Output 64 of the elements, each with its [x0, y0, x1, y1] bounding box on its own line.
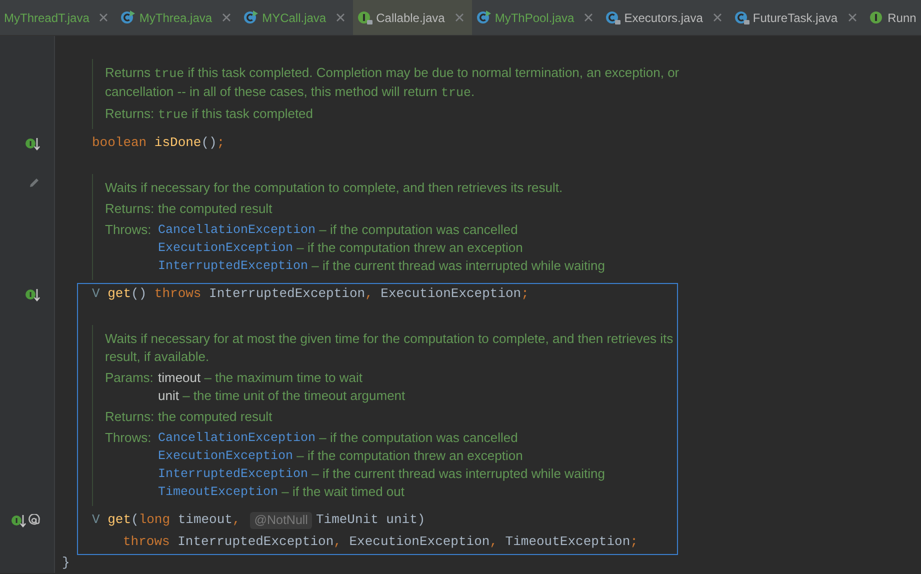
- doc-link[interactable]: CancellationException: [158, 429, 316, 447]
- inlay-hint: @NotNull: [250, 512, 312, 528]
- doc-link[interactable]: InterruptedException: [158, 465, 308, 483]
- close-icon: [848, 13, 857, 22]
- doc-section-label: Throws:: [105, 221, 152, 239]
- doc-text: – if the wait timed out: [280, 483, 404, 501]
- file-tab[interactable]: MyThPool.java: [472, 0, 602, 35]
- file-tab[interactable]: FutureTask.java: [730, 0, 865, 35]
- class-icon: [734, 10, 750, 25]
- code-text: }: [62, 555, 70, 571]
- file-tab[interactable]: Callable.java: [353, 0, 472, 35]
- doc-text: unit – the time unit of the timeout argument: [158, 387, 406, 405]
- class-icon: [476, 10, 492, 25]
- doc-text: – if the computation was cancelled: [318, 429, 518, 447]
- code-text: boolean isDone();: [92, 134, 225, 152]
- doc-text: the computed result: [158, 200, 272, 218]
- doc-text: cancellation -- in all of these cases, this method will return true.: [105, 84, 475, 99]
- pencil-icon: [28, 177, 40, 189]
- code-text: V get(long timeout,: [92, 511, 240, 529]
- doc-text: the computed result: [158, 408, 272, 426]
- close-icon: [222, 13, 232, 22]
- close-icon: [584, 13, 594, 22]
- class-icon: [120, 10, 136, 25]
- doc-text: timeout – the maximum time to wait: [158, 369, 362, 387]
- file-tab[interactable]: Runn: [864, 0, 921, 35]
- doc-link[interactable]: TimeoutException: [158, 483, 278, 501]
- file-tab[interactable]: Executors.java: [601, 0, 730, 35]
- doc-text: true if this task completed: [158, 105, 314, 124]
- doc-text: – if the current thread was interrupted while waiting: [310, 465, 606, 483]
- close-icon: [712, 13, 722, 22]
- doc-text: – if the computation threw an exception: [296, 447, 523, 465]
- doc-section-label: Returns:: [105, 200, 156, 218]
- close-icon: [336, 13, 346, 22]
- doc-text: Waits if necessary for at most the given time for the computation to complete, and then retrieves its: [105, 331, 674, 346]
- doc-section-label: Returns:: [105, 105, 156, 123]
- close-icon: [99, 13, 108, 22]
- doc-section-label: Throws:: [105, 429, 152, 447]
- file-tab[interactable]: MyThrea.java: [116, 0, 240, 35]
- doc-link[interactable]: ExecutionException: [158, 239, 294, 257]
- doc-link[interactable]: CancellationException: [158, 221, 316, 239]
- implementation-marker-icon: [25, 286, 40, 302]
- interface-icon: [868, 10, 885, 25]
- close-icon: [454, 13, 464, 22]
- class-icon: [605, 10, 622, 25]
- doc-link[interactable]: InterruptedException: [158, 257, 308, 275]
- implementation-marker-icon: [25, 136, 40, 150]
- code-text: V get() throws InterruptedException, ExecutionException;: [92, 285, 529, 303]
- doc-text: – if the computation threw an exception: [296, 239, 523, 257]
- annotation-icon: [28, 514, 40, 526]
- code-text: TimeUnit unit): [316, 511, 426, 529]
- doc-text: – if the current thread was interrupted while waiting: [310, 257, 606, 275]
- code-text: throws InterruptedException, ExecutionException, TimeoutException;: [123, 533, 638, 551]
- doc-text: – if the computation was cancelled: [318, 221, 518, 239]
- implementation-marker-icon: [11, 512, 26, 528]
- doc-text: result, if available.: [105, 349, 210, 364]
- doc-link[interactable]: ExecutionException: [158, 447, 294, 465]
- doc-section-label: Returns:: [105, 408, 156, 426]
- file-tab[interactable]: MYCall.java: [239, 0, 354, 35]
- class-icon: [243, 10, 260, 25]
- doc-text: Returns true if this task completed. Completion may be due to normal termination, an exception, or: [105, 65, 680, 80]
- interface-icon: [357, 10, 374, 25]
- doc-section-label: Params:: [105, 369, 154, 387]
- file-tab[interactable]: MyThreadT.java: [0, 0, 116, 35]
- doc-text: Waits if necessary for the computation to complete, and then retrieves its result.: [105, 180, 563, 195]
